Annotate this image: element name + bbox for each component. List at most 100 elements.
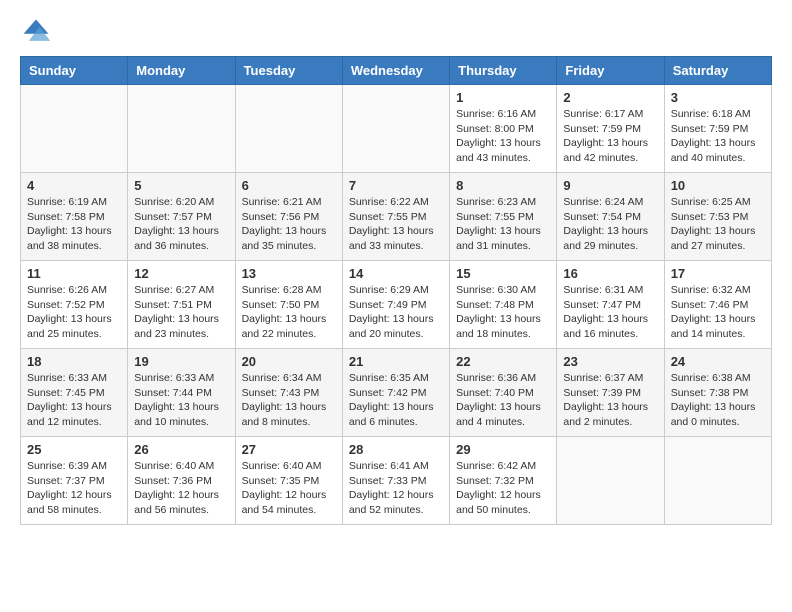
day-detail: Sunrise: 6:17 AM Sunset: 7:59 PM Dayligh… xyxy=(563,107,657,166)
calendar-header-row: SundayMondayTuesdayWednesdayThursdayFrid… xyxy=(21,57,772,85)
calendar-cell: 12Sunrise: 6:27 AM Sunset: 7:51 PM Dayli… xyxy=(128,261,235,349)
day-detail: Sunrise: 6:34 AM Sunset: 7:43 PM Dayligh… xyxy=(242,371,336,430)
day-detail: Sunrise: 6:21 AM Sunset: 7:56 PM Dayligh… xyxy=(242,195,336,254)
day-detail: Sunrise: 6:33 AM Sunset: 7:45 PM Dayligh… xyxy=(27,371,121,430)
calendar-cell: 13 Sunrise: 6:28 AM Sunset: 7:50 PM Dayli… xyxy=(235,261,342,349)
col-header-friday: Friday xyxy=(557,57,664,85)
calendar-cell: 3 Sunrise: 6:18 AM Sunset: 7:59 PM Daylig… xyxy=(664,85,771,173)
calendar-cell: 4 Sunrise: 6:19 AM Sunset: 7:58 PM Daylig… xyxy=(21,173,128,261)
calendar-week-row: 11 Sunrise: 6:26 AM Sunset: 7:52 PM Dayli… xyxy=(21,261,772,349)
calendar-week-row: 1 Sunrise: 6:16 AM Sunset: 8:00 PM Daylig… xyxy=(21,85,772,173)
day-detail: Sunrise: 6:37 AM Sunset: 7:39 PM Dayligh… xyxy=(563,371,657,430)
day-number: 2 xyxy=(563,90,657,105)
calendar-cell: 21 Sunrise: 6:35 AM Sunset: 7:42 PM Dayli… xyxy=(342,349,449,437)
day-detail: Sunrise: 6:35 AM Sunset: 7:42 PM Dayligh… xyxy=(349,371,443,430)
calendar-cell: 2 Sunrise: 6:17 AM Sunset: 7:59 PM Daylig… xyxy=(557,85,664,173)
day-number: 6 xyxy=(242,178,336,193)
calendar-cell: 27 Sunrise: 6:40 AM Sunset: 7:35 PM Dayli… xyxy=(235,437,342,525)
day-number: 7 xyxy=(349,178,443,193)
day-detail: Sunrise: 6:41 AM Sunset: 7:33 PM Dayligh… xyxy=(349,459,443,518)
calendar-cell: 5 Sunrise: 6:20 AM Sunset: 7:57 PM Daylig… xyxy=(128,173,235,261)
day-number: 11 xyxy=(27,266,121,281)
calendar-cell: 1 Sunrise: 6:16 AM Sunset: 8:00 PM Daylig… xyxy=(450,85,557,173)
calendar-cell: 19 Sunrise: 6:33 AM Sunset: 7:44 PM Dayli… xyxy=(128,349,235,437)
logo xyxy=(20,16,56,48)
day-number: 8 xyxy=(456,178,550,193)
logo-icon xyxy=(20,16,52,48)
calendar-cell: 16Sunrise: 6:31 AM Sunset: 7:47 PM Dayli… xyxy=(557,261,664,349)
day-number: 15 xyxy=(456,266,550,281)
day-detail: Sunrise: 6:40 AM Sunset: 7:36 PM Dayligh… xyxy=(134,459,228,518)
day-number: 24 xyxy=(671,354,765,369)
day-detail: Sunrise: 6:28 AM Sunset: 7:50 PM Dayligh… xyxy=(242,283,336,342)
col-header-tuesday: Tuesday xyxy=(235,57,342,85)
day-detail: Sunrise: 6:31 AM Sunset: 7:47 PM Dayligh… xyxy=(563,283,657,342)
day-number: 10 xyxy=(671,178,765,193)
calendar-cell xyxy=(235,85,342,173)
day-number: 3 xyxy=(671,90,765,105)
day-detail: Sunrise: 6:26 AM Sunset: 7:52 PM Dayligh… xyxy=(27,283,121,342)
calendar-cell xyxy=(664,437,771,525)
calendar-week-row: 18 Sunrise: 6:33 AM Sunset: 7:45 PM Dayli… xyxy=(21,349,772,437)
calendar-cell: 11 Sunrise: 6:26 AM Sunset: 7:52 PM Dayli… xyxy=(21,261,128,349)
day-detail: Sunrise: 6:25 AM Sunset: 7:53 PM Dayligh… xyxy=(671,195,765,254)
calendar-cell: 15 Sunrise: 6:30 AM Sunset: 7:48 PM Dayli… xyxy=(450,261,557,349)
day-number: 26 xyxy=(134,442,228,457)
day-detail: Sunrise: 6:33 AM Sunset: 7:44 PM Dayligh… xyxy=(134,371,228,430)
day-detail: Sunrise: 6:24 AM Sunset: 7:54 PM Dayligh… xyxy=(563,195,657,254)
day-detail: Sunrise: 6:39 AM Sunset: 7:37 PM Dayligh… xyxy=(27,459,121,518)
calendar-cell: 17 Sunrise: 6:32 AM Sunset: 7:46 PM Dayli… xyxy=(664,261,771,349)
day-detail: Sunrise: 6:38 AM Sunset: 7:38 PM Dayligh… xyxy=(671,371,765,430)
day-number: 17 xyxy=(671,266,765,281)
calendar-cell: 14 Sunrise: 6:29 AM Sunset: 7:49 PM Dayli… xyxy=(342,261,449,349)
day-number: 4 xyxy=(27,178,121,193)
day-number: 28 xyxy=(349,442,443,457)
calendar-cell: 23 Sunrise: 6:37 AM Sunset: 7:39 PM Dayli… xyxy=(557,349,664,437)
day-detail: Sunrise: 6:30 AM Sunset: 7:48 PM Dayligh… xyxy=(456,283,550,342)
day-number: 14 xyxy=(349,266,443,281)
calendar-week-row: 4 Sunrise: 6:19 AM Sunset: 7:58 PM Daylig… xyxy=(21,173,772,261)
day-number: 22 xyxy=(456,354,550,369)
day-number: 9 xyxy=(563,178,657,193)
calendar-cell: 6 Sunrise: 6:21 AM Sunset: 7:56 PM Daylig… xyxy=(235,173,342,261)
col-header-sunday: Sunday xyxy=(21,57,128,85)
day-detail: Sunrise: 6:27 AM Sunset: 7:51 PM Dayligh… xyxy=(134,283,228,342)
day-number: 1 xyxy=(456,90,550,105)
day-detail: Sunrise: 6:19 AM Sunset: 7:58 PM Dayligh… xyxy=(27,195,121,254)
day-detail: Sunrise: 6:18 AM Sunset: 7:59 PM Dayligh… xyxy=(671,107,765,166)
calendar-cell: 24 Sunrise: 6:38 AM Sunset: 7:38 PM Dayli… xyxy=(664,349,771,437)
day-detail: Sunrise: 6:20 AM Sunset: 7:57 PM Dayligh… xyxy=(134,195,228,254)
calendar-cell: 18 Sunrise: 6:33 AM Sunset: 7:45 PM Dayli… xyxy=(21,349,128,437)
calendar-table: SundayMondayTuesdayWednesdayThursdayFrid… xyxy=(20,56,772,525)
col-header-monday: Monday xyxy=(128,57,235,85)
day-detail: Sunrise: 6:40 AM Sunset: 7:35 PM Dayligh… xyxy=(242,459,336,518)
calendar-cell xyxy=(128,85,235,173)
calendar-cell: 22Sunrise: 6:36 AM Sunset: 7:40 PM Dayli… xyxy=(450,349,557,437)
day-number: 5 xyxy=(134,178,228,193)
calendar-cell: 28 Sunrise: 6:41 AM Sunset: 7:33 PM Dayli… xyxy=(342,437,449,525)
calendar-cell xyxy=(21,85,128,173)
day-detail: Sunrise: 6:42 AM Sunset: 7:32 PM Dayligh… xyxy=(456,459,550,518)
day-detail: Sunrise: 6:32 AM Sunset: 7:46 PM Dayligh… xyxy=(671,283,765,342)
calendar-cell xyxy=(557,437,664,525)
calendar-cell: 9 Sunrise: 6:24 AM Sunset: 7:54 PM Daylig… xyxy=(557,173,664,261)
day-number: 25 xyxy=(27,442,121,457)
calendar-cell: 26 Sunrise: 6:40 AM Sunset: 7:36 PM Dayli… xyxy=(128,437,235,525)
calendar-cell: 25 Sunrise: 6:39 AM Sunset: 7:37 PM Dayli… xyxy=(21,437,128,525)
page-header xyxy=(20,16,772,48)
day-detail: Sunrise: 6:29 AM Sunset: 7:49 PM Dayligh… xyxy=(349,283,443,342)
col-header-wednesday: Wednesday xyxy=(342,57,449,85)
day-number: 23 xyxy=(563,354,657,369)
day-number: 19 xyxy=(134,354,228,369)
col-header-saturday: Saturday xyxy=(664,57,771,85)
day-number: 20 xyxy=(242,354,336,369)
day-number: 27 xyxy=(242,442,336,457)
day-number: 21 xyxy=(349,354,443,369)
day-number: 29 xyxy=(456,442,550,457)
calendar-cell: 10 Sunrise: 6:25 AM Sunset: 7:53 PM Dayli… xyxy=(664,173,771,261)
calendar-cell: 7 Sunrise: 6:22 AM Sunset: 7:55 PM Daylig… xyxy=(342,173,449,261)
day-detail: Sunrise: 6:16 AM Sunset: 8:00 PM Dayligh… xyxy=(456,107,550,166)
day-number: 13 xyxy=(242,266,336,281)
day-detail: Sunrise: 6:22 AM Sunset: 7:55 PM Dayligh… xyxy=(349,195,443,254)
day-number: 18 xyxy=(27,354,121,369)
